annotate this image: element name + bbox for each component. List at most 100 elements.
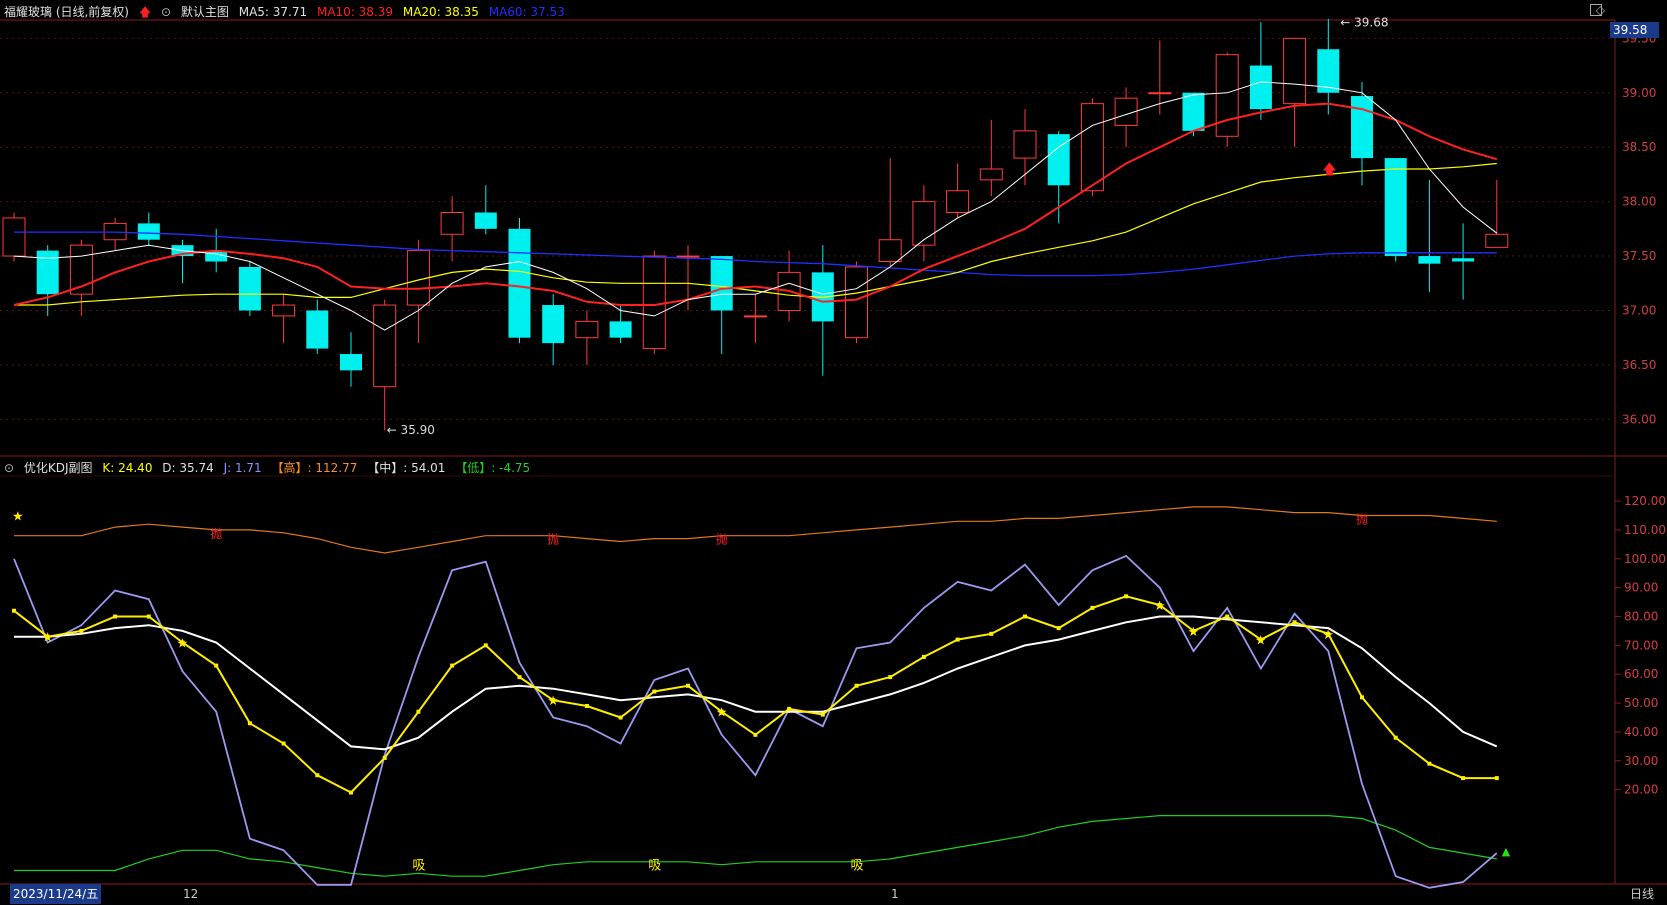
k-point xyxy=(247,721,252,726)
k-point xyxy=(416,709,421,714)
candle-body xyxy=(912,201,936,246)
period-selector[interactable]: 日线 xyxy=(1630,884,1654,904)
ma60-line xyxy=(14,231,1497,277)
k-point xyxy=(888,675,893,680)
k-point xyxy=(1494,776,1499,781)
k-point xyxy=(214,663,219,668)
j-line xyxy=(13,554,1498,889)
price-tick-label: 36.50 xyxy=(1622,358,1656,372)
candle xyxy=(979,119,1003,197)
candle xyxy=(1418,179,1441,292)
d-line xyxy=(14,615,1498,751)
candle xyxy=(845,261,868,344)
kdj-tick-label: 90.00 xyxy=(1624,581,1658,595)
k-point xyxy=(315,773,320,778)
candle xyxy=(2,212,26,262)
chart-template-name[interactable]: 默认主图 xyxy=(181,5,229,19)
k-value: K: 24.40 xyxy=(102,461,153,475)
candle-body xyxy=(642,255,666,350)
kdj-header: ⊙ 优化KDJ副图 K: 24.40 D: 35.74 J: 1.71 【高】:… xyxy=(0,458,1615,478)
price-axis: 39.5039.0038.5038.0037.5037.0036.5036.00 xyxy=(1622,31,1656,426)
ma5-line xyxy=(13,81,1498,331)
kdj-tick-label: 120.00 xyxy=(1624,494,1666,508)
price-tick-label: 36.00 xyxy=(1622,412,1656,426)
kdj-tick-label: 110.00 xyxy=(1624,523,1666,537)
candle-body xyxy=(474,212,497,229)
maximize-icon[interactable] xyxy=(1590,4,1602,16)
candle-body xyxy=(238,266,261,311)
ma60-value: MA60: 37.53 xyxy=(488,5,565,19)
candle xyxy=(575,310,599,365)
candle xyxy=(137,212,160,246)
candle xyxy=(340,332,362,387)
ma5-value: MA5: 37.71 xyxy=(238,5,308,19)
kdj-tick-label: 100.00 xyxy=(1624,552,1666,566)
candle xyxy=(542,294,565,365)
candle-body xyxy=(676,255,700,258)
k-point xyxy=(1225,614,1230,619)
candle-body xyxy=(1452,258,1475,262)
kdj-high-line xyxy=(14,506,1497,554)
cursor-date: 2023/11/24/五 xyxy=(10,884,102,904)
chevron-down-icon[interactable]: ⊙ xyxy=(161,5,171,19)
kdj-tick-label: 60.00 xyxy=(1624,667,1658,681)
price-tick-label: 38.50 xyxy=(1622,140,1656,154)
candle-body xyxy=(1351,96,1373,159)
kdj-title[interactable]: 优化KDJ副图 xyxy=(24,461,93,475)
star-signal-icon: ★ xyxy=(1188,625,1200,640)
k-point xyxy=(349,790,353,795)
mid-value: 【中】: 54.01 xyxy=(367,461,446,475)
stock-title[interactable]: 福耀玻璃 (日线,前复权) xyxy=(4,5,129,19)
k-point xyxy=(1360,695,1364,700)
k-point xyxy=(113,614,118,619)
k-point xyxy=(652,689,657,694)
price-tick-label: 37.00 xyxy=(1622,303,1656,317)
sell-signal-label: 抛 xyxy=(1356,512,1368,527)
d-value: D: 35.74 xyxy=(162,461,214,475)
price-tick-label: 38.00 xyxy=(1622,195,1656,209)
candle xyxy=(373,299,397,431)
candle-body xyxy=(743,315,767,318)
current-price-tag: 39.58 xyxy=(1610,22,1659,38)
sell-signal-label: 抛 xyxy=(210,526,222,541)
star-signal-icon: ★ xyxy=(177,636,189,651)
candle xyxy=(440,196,464,262)
k-point xyxy=(584,703,589,708)
k-point xyxy=(382,755,387,760)
candle-body xyxy=(373,304,397,388)
star-signal-icon: ★ xyxy=(1322,628,1334,643)
star-signal-icon: ★ xyxy=(547,694,559,709)
candle xyxy=(171,239,194,284)
candle xyxy=(1317,18,1340,115)
candlestick-pane[interactable]: ← 39.68← 35.90🡅 xyxy=(2,16,1509,437)
candle-body xyxy=(575,320,599,339)
k-point xyxy=(753,732,758,737)
k-point xyxy=(1427,761,1432,766)
kdj-tick-label: 40.00 xyxy=(1624,725,1658,739)
candle xyxy=(103,217,127,251)
stock-chart[interactable]: ← 39.68← 35.90🡅 抛抛抛抛吸吸吸★ ★★★★★★ ★★▲ 39.503… xyxy=(0,0,1667,905)
candle-body xyxy=(306,310,329,349)
candle-body xyxy=(609,321,632,338)
chevron-down-icon[interactable]: ⊙ xyxy=(4,461,14,475)
candle-body xyxy=(845,266,868,339)
candle xyxy=(69,239,93,316)
price-tick-label: 37.50 xyxy=(1622,249,1656,263)
star-signal-icon: ★ xyxy=(42,631,54,646)
kdj-tick-label: 80.00 xyxy=(1624,610,1658,624)
k-point xyxy=(854,683,859,688)
k-point xyxy=(820,712,825,717)
kdj-pane[interactable]: 抛抛抛抛吸吸吸★ ★★★★★★ ★★▲ xyxy=(12,506,1511,889)
candle xyxy=(1249,22,1272,120)
kdj-grid xyxy=(1615,500,1621,791)
candle-body xyxy=(878,239,902,262)
k-point xyxy=(1461,776,1466,781)
candle-body xyxy=(1485,233,1509,248)
j-value: J: 1.71 xyxy=(223,461,262,475)
kdj-axis: 120.00 110.00 100.00 90.00 80.00 70.00 60.00 50… xyxy=(1624,494,1666,797)
red-up-arrow-icon: 🡅 xyxy=(138,5,152,19)
candle xyxy=(912,185,936,262)
kdj-tick-label: 30.00 xyxy=(1624,754,1658,768)
month-marker-dec: 12 xyxy=(183,887,199,901)
candle xyxy=(1384,158,1407,262)
